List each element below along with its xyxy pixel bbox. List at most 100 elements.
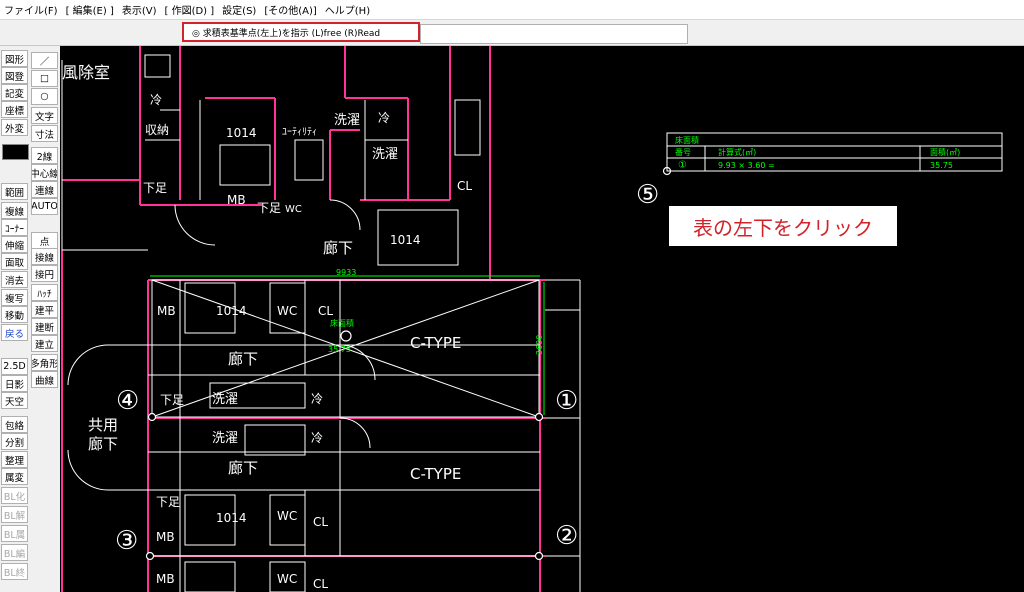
command-prompt: ◎ 求積表基準点(左上)を指示 (L)free (R)Read	[182, 22, 420, 42]
room-footwell: 下足	[156, 495, 180, 509]
room-wc: WC	[277, 509, 297, 523]
tool-button-right[interactable]: AUTO	[31, 198, 58, 215]
tool-button-left[interactable]: BL終	[1, 563, 28, 580]
room-ctype: C-TYPE	[410, 465, 461, 483]
cad-canvas[interactable]: 9933 3600 床面積 35.75 風除室 冷 収納 下足 1014 ﾕｰﾃ…	[60, 46, 1024, 592]
tool-button-right[interactable]: ﾊｯﾁ	[31, 284, 58, 301]
menu-draw[interactable]: [ 作図(D) ]	[161, 2, 219, 17]
callout-3: ③	[115, 526, 139, 556]
tool-button-left[interactable]: 図形	[1, 50, 28, 67]
tool-button-left[interactable]: 消去	[1, 271, 28, 288]
room-wc: WC	[277, 572, 297, 586]
room-wc: WC	[277, 304, 297, 318]
room-mb: MB	[157, 304, 176, 318]
room-storage: 収納	[145, 123, 169, 137]
room-footwell: 下足	[143, 181, 167, 195]
menu-settings[interactable]: 設定(S)	[218, 2, 260, 17]
tool-button-left[interactable]: BL化	[1, 487, 28, 504]
room-mb: MB	[156, 530, 175, 544]
tool-button-right[interactable]: 接線	[31, 248, 58, 265]
room-cl: CL	[318, 304, 333, 318]
tool-button-right[interactable]: 2線	[31, 147, 58, 164]
tool-button-right[interactable]: ／	[31, 52, 58, 69]
menu-help[interactable]: ヘルプ(H)	[321, 2, 374, 17]
tool-button-left[interactable]: BL属	[1, 525, 28, 542]
tool-button-right[interactable]: 寸法	[31, 125, 58, 142]
tool-button-left[interactable]: 戻る	[1, 324, 28, 341]
room-cool: 冷	[311, 392, 323, 406]
menu-file[interactable]: ファイル(F)	[0, 2, 62, 17]
menu-other[interactable]: [その他(A)]	[260, 2, 320, 17]
menu-edit[interactable]: [ 編集(E) ]	[62, 2, 118, 17]
tool-button-right[interactable]: 建断	[31, 318, 58, 335]
room-laundry: 洗濯	[334, 113, 360, 128]
room-footwell: 下足	[160, 393, 184, 407]
tool-button-left[interactable]: 整理	[1, 451, 28, 468]
tool-button-right[interactable]: 曲線	[31, 371, 58, 388]
room-cl: CL	[313, 515, 328, 529]
vertex-point	[534, 412, 544, 422]
table-header-area: 面積(㎡)	[930, 147, 960, 157]
tool-button-right[interactable]: 文字	[31, 107, 58, 124]
room-ctype: C-TYPE	[410, 334, 461, 352]
tool-button-left[interactable]: 2.5D	[1, 358, 28, 375]
floor-area-label: 床面積	[330, 318, 354, 328]
tool-button-left[interactable]: 天空	[1, 392, 28, 409]
room-cool: 冷	[150, 93, 162, 107]
tool-button-left[interactable]: 範囲	[1, 183, 28, 200]
room-laundry: 洗濯	[212, 392, 238, 407]
tool-button-right[interactable]: □	[31, 70, 58, 87]
dimension-width: 9933	[336, 268, 356, 277]
callout-1: ①	[555, 386, 579, 416]
table-header-formula: 計算式(㎡)	[718, 147, 756, 157]
tool-button-right[interactable]: 中心線	[31, 164, 58, 181]
tool-button-right[interactable]: ○	[31, 88, 58, 105]
callout-5: ⑤	[636, 180, 660, 210]
tool-button-right[interactable]: 点	[31, 232, 58, 249]
tool-button-left[interactable]: 移動	[1, 306, 28, 323]
tool-button-left[interactable]: 座標	[1, 101, 28, 118]
table-header-no: 番号	[675, 147, 691, 157]
tool-button-right[interactable]: 接円	[31, 265, 58, 282]
table-cell-area: 35.75	[930, 161, 953, 170]
room-unit: 1014	[226, 126, 257, 140]
tool-button-left[interactable]: 包絡	[1, 416, 28, 433]
menu-view[interactable]: 表示(V)	[118, 2, 161, 17]
tool-button-right[interactable]: 建立	[31, 335, 58, 352]
menu-bar: ファイル(F) [ 編集(E) ] 表示(V) [ 作図(D) ] 設定(S) …	[0, 0, 1024, 20]
room-corridor: 廊下	[323, 239, 353, 257]
tool-button-left[interactable]: BL解	[1, 506, 28, 523]
tool-button-left[interactable]: 日影	[1, 375, 28, 392]
tool-button-left[interactable]: 伸縮	[1, 236, 28, 253]
tool-button-left[interactable]: 属変	[1, 468, 28, 485]
room-laundry: 洗濯	[212, 431, 238, 446]
command-prompt-field	[420, 24, 688, 44]
tool-button-right[interactable]: 建平	[31, 301, 58, 318]
tool-button-left[interactable]: 図登	[1, 67, 28, 84]
tool-button-left[interactable]: 複写	[1, 289, 28, 306]
dimension-height: 3600	[535, 335, 544, 355]
tool-button-left[interactable]: 外変	[1, 119, 28, 136]
tool-button-left[interactable]: 分割	[1, 433, 28, 450]
shared-label: 廊下	[88, 435, 118, 453]
instruction-label: 表の左下をクリック	[669, 206, 897, 246]
room-cl: CL	[457, 179, 472, 193]
room-corridor: 廊下	[228, 459, 258, 477]
tool-button-right[interactable]: 連線	[31, 181, 58, 198]
area-marker	[340, 330, 352, 342]
line-color-swatch[interactable]	[2, 144, 29, 160]
room-footwell: 下足	[257, 201, 281, 215]
floor-area-value: 35.75	[328, 345, 351, 354]
tool-button-left[interactable]: BL編	[1, 544, 28, 561]
tool-button-left[interactable]: 面取	[1, 253, 28, 270]
room-unit: 1014	[216, 304, 247, 318]
vertex-point	[534, 551, 544, 561]
vertex-point	[145, 551, 155, 561]
tool-button-left[interactable]: 複線	[1, 202, 28, 219]
room-mb: MB	[227, 193, 246, 207]
tool-button-right[interactable]: 多角形	[31, 354, 58, 371]
tool-button-left[interactable]: 記変	[1, 84, 28, 101]
tool-button-left[interactable]: ｺｰﾅｰ	[1, 219, 28, 236]
room-wind: 風除室	[62, 63, 110, 82]
room-wc: WC	[285, 204, 302, 215]
